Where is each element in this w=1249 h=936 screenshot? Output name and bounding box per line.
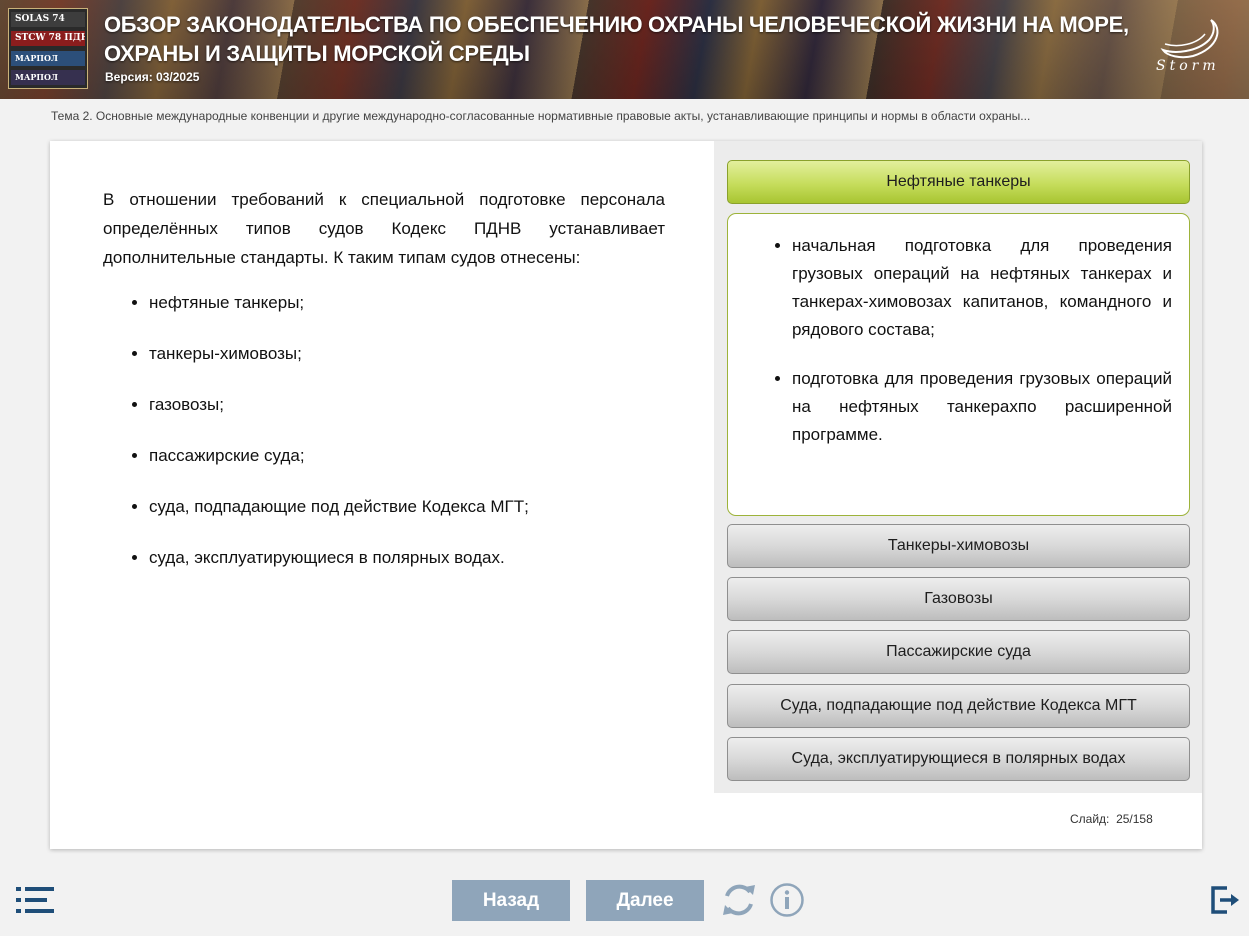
list-item: суда, подпадающие под действие Кодекса М…: [149, 496, 665, 518]
list-item: подготовка для проведения грузовых опера…: [792, 365, 1172, 449]
exit-icon[interactable]: [1210, 885, 1240, 915]
course-version: Версия: 03/2025: [105, 70, 200, 84]
list-item: пассажирские суда;: [149, 445, 665, 467]
slide-counter-value: 25/158: [1116, 812, 1153, 826]
accordion-tab-oil-tankers[interactable]: Нефтяные танкеры: [727, 160, 1190, 204]
vessel-type-list: нефтяные танкеры; танкеры-химовозы; газо…: [103, 292, 665, 569]
accordion-tab-igf-code-ships[interactable]: Суда, подпадающие под действие Кодекса М…: [727, 684, 1190, 728]
slide-counter-label: Слайд:: [1070, 812, 1110, 826]
accordion-tab-polar-ships[interactable]: Суда, эксплуатирующиеся в полярных водах: [727, 737, 1190, 781]
list-item: нефтяные танкеры;: [149, 292, 665, 314]
logo-book-2: STCW 78 ПДНВ: [11, 31, 85, 47]
info-icon[interactable]: [769, 882, 805, 918]
logo-book-3: МАРПОЛ: [11, 50, 85, 66]
storm-brand-text: Storm: [1156, 58, 1220, 74]
accordion-content-list: начальная подготовка для проведения груз…: [728, 214, 1189, 449]
list-item: начальная подготовка для проведения груз…: [792, 232, 1172, 344]
course-title: ОБЗОР ЗАКОНОДАТЕЛЬСТВА ПО ОБЕСПЕЧЕНИЮ ОХ…: [104, 12, 1129, 66]
menu-list-icon[interactable]: [16, 886, 54, 914]
reload-icon[interactable]: [721, 881, 757, 919]
logo-book-1: SOLAS 74: [11, 12, 85, 27]
accordion-tab-chemical-tankers[interactable]: Танкеры-химовозы: [727, 524, 1190, 568]
header-banner: SOLAS 74 STCW 78 ПДНВ МАРПОЛ МАРПОЛ ОБЗО…: [0, 0, 1249, 99]
accordion-panel: Нефтяные танкеры начальная подготовка дл…: [714, 141, 1202, 793]
next-button[interactable]: Далее: [586, 880, 704, 921]
list-item: газовозы;: [149, 394, 665, 416]
course-logo: SOLAS 74 STCW 78 ПДНВ МАРПОЛ МАРПОЛ: [8, 8, 88, 89]
slide-panel: В отношении требований к специальной под…: [50, 141, 1202, 849]
accordion-tab-gas-carriers[interactable]: Газовозы: [727, 577, 1190, 621]
slide-counter: Слайд: 25/158: [1070, 812, 1153, 826]
topic-breadcrumb: Тема 2. Основные международные конвенции…: [51, 109, 1031, 123]
list-item: суда, эксплуатирующиеся в полярных водах…: [149, 547, 665, 569]
logo-book-4: МАРПОЛ: [11, 69, 85, 85]
accordion-content: начальная подготовка для проведения груз…: [727, 213, 1190, 516]
back-button[interactable]: Назад: [452, 880, 570, 921]
slide-content: В отношении требований к специальной под…: [103, 185, 665, 598]
intro-paragraph: В отношении требований к специальной под…: [103, 190, 665, 267]
accordion-tab-passenger-ships[interactable]: Пассажирские суда: [727, 630, 1190, 674]
list-item: танкеры-химовозы;: [149, 343, 665, 365]
